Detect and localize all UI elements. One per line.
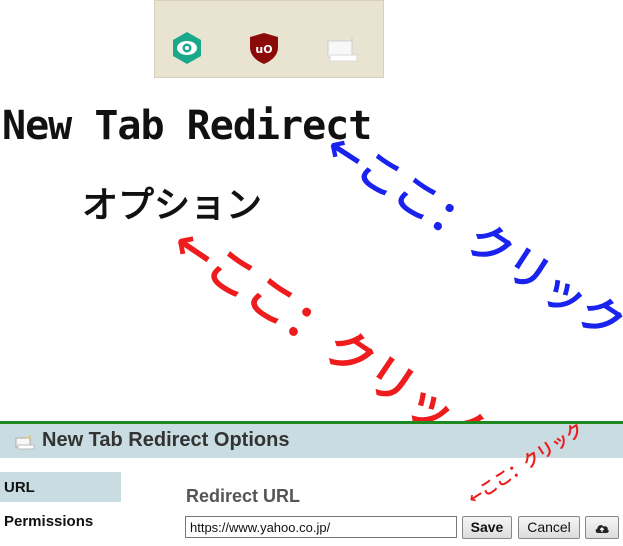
nav-item-url[interactable]: URL bbox=[0, 472, 121, 502]
cloud-sync-button[interactable] bbox=[585, 516, 619, 539]
cancel-button[interactable]: Cancel bbox=[518, 516, 580, 539]
new-tab-redirect-icon[interactable] bbox=[325, 31, 359, 65]
eye-extension-icon[interactable] bbox=[170, 31, 204, 65]
options-title: New Tab Redirect Options bbox=[42, 429, 290, 451]
options-menu-item[interactable]: オプション bbox=[82, 176, 262, 228]
redirect-url-input[interactable] bbox=[185, 516, 457, 538]
save-button[interactable]: Save bbox=[462, 516, 512, 539]
options-page: New Tab Redirect Options URL Permissions… bbox=[0, 421, 623, 546]
cloud-icon bbox=[594, 519, 610, 535]
nav-item-permissions[interactable]: Permissions bbox=[4, 513, 93, 530]
nav-item-label: URL bbox=[4, 479, 35, 496]
new-tab-redirect-icon bbox=[15, 433, 35, 456]
page-heading: New Tab Redirect bbox=[2, 103, 372, 149]
browser-toolbar: uO bbox=[154, 0, 384, 78]
svg-text:uO: uO bbox=[255, 43, 272, 56]
redirect-url-label: Redirect URL bbox=[186, 486, 301, 506]
ublock-origin-icon[interactable]: uO bbox=[247, 31, 281, 65]
